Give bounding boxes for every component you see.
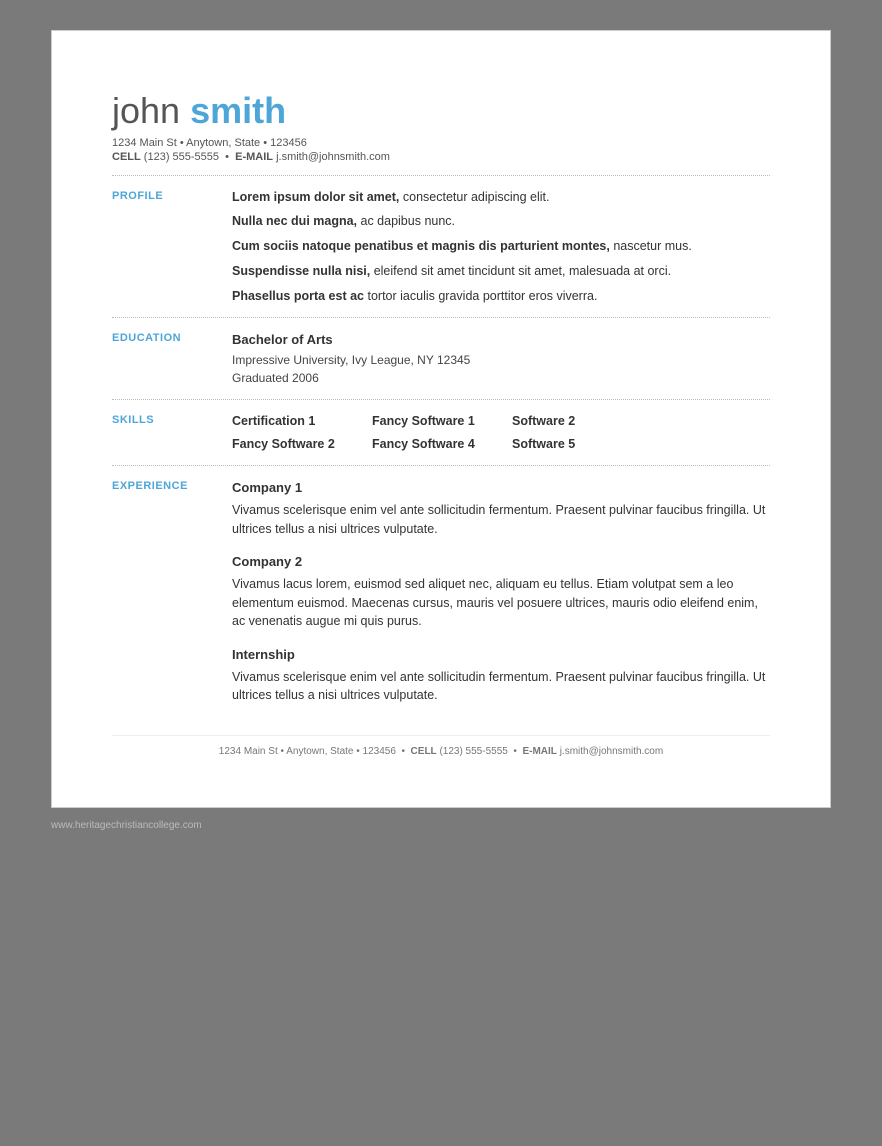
profile-para-1: Lorem ipsum dolor sit amet, consectetur … [232, 188, 770, 207]
skills-divider [112, 465, 770, 466]
name-line: john smith [112, 91, 770, 131]
watermark-url: www.heritagechristiancollege.com [51, 820, 202, 831]
exp-company-1: Company 1 [232, 478, 770, 498]
address: 1234 Main St • Anytown, State • 123456 [112, 137, 307, 149]
exp-company-2: Company 2 [232, 552, 770, 572]
contact-line: CELL (123) 555-5555 • E-MAIL j.smith@joh… [112, 151, 770, 163]
skill-1: Certification 1 [232, 412, 352, 431]
education-content: Bachelor of Arts Impressive University, … [232, 330, 770, 387]
edu-graduated: Graduated 2006 [232, 369, 770, 387]
skills-section: SKILLS Certification 1 Fancy Software 1 … [112, 412, 770, 454]
skill-4: Fancy Software 2 [232, 435, 352, 454]
header-divider [112, 175, 770, 176]
exp-entry-2: Company 2 Vivamus lacus lorem, euismod s… [232, 552, 770, 631]
resume-header: john smith 1234 Main St • Anytown, State… [112, 91, 770, 163]
email-address: j.smith@johnsmith.com [276, 151, 390, 163]
profile-para-2: Nulla nec dui magna, ac dapibus nunc. [232, 212, 770, 231]
exp-desc-2: Vivamus lacus lorem, euismod sed aliquet… [232, 575, 770, 631]
footer-address: 1234 Main St • Anytown, State • 123456 [219, 746, 396, 757]
skill-2: Fancy Software 1 [372, 412, 492, 431]
exp-desc-3: Vivamus scelerisque enim vel ante sollic… [232, 668, 770, 706]
resume-page: john smith 1234 Main St • Anytown, State… [51, 30, 831, 808]
profile-para-4: Suspendisse nulla nisi, eleifend sit ame… [232, 262, 770, 281]
experience-section: EXPERIENCE Company 1 Vivamus scelerisque… [112, 478, 770, 705]
address-line: 1234 Main St • Anytown, State • 123456 [112, 137, 770, 149]
resume-footer: 1234 Main St • Anytown, State • 123456 •… [112, 735, 770, 757]
skills-row-1: Certification 1 Fancy Software 1 Softwar… [232, 412, 770, 431]
cell-label: CELL [112, 151, 141, 163]
footer-email: j.smith@johnsmith.com [560, 746, 664, 757]
profile-divider [112, 317, 770, 318]
education-section: EDUCATION Bachelor of Arts Impressive Un… [112, 330, 770, 387]
footer-cell: (123) 555-5555 [439, 746, 507, 757]
experience-content: Company 1 Vivamus scelerisque enim vel a… [232, 478, 770, 705]
first-name: john [112, 90, 180, 131]
watermark: www.heritagechristiancollege.com [51, 820, 831, 831]
exp-entry-3: Internship Vivamus scelerisque enim vel … [232, 645, 770, 705]
profile-section: PROFILE Lorem ipsum dolor sit amet, cons… [112, 188, 770, 306]
skills-content: Certification 1 Fancy Software 1 Softwar… [232, 412, 770, 454]
exp-entry-1: Company 1 Vivamus scelerisque enim vel a… [232, 478, 770, 538]
skills-row-2: Fancy Software 2 Fancy Software 4 Softwa… [232, 435, 770, 454]
cell-number: (123) 555-5555 [144, 151, 219, 163]
education-label: EDUCATION [112, 330, 232, 344]
education-divider [112, 399, 770, 400]
edu-school: Impressive University, Ivy League, NY 12… [232, 351, 770, 369]
footer-email-label: E-MAIL [522, 746, 556, 757]
exp-company-3: Internship [232, 645, 770, 665]
edu-degree: Bachelor of Arts [232, 330, 770, 350]
skill-3: Software 2 [512, 412, 632, 431]
experience-label: EXPERIENCE [112, 478, 232, 492]
skill-5: Fancy Software 4 [372, 435, 492, 454]
last-name: smith [190, 90, 286, 131]
profile-para-5: Phasellus porta est ac tortor iaculis gr… [232, 287, 770, 306]
exp-desc-1: Vivamus scelerisque enim vel ante sollic… [232, 501, 770, 539]
email-label: E-MAIL [235, 151, 273, 163]
skills-grid: Certification 1 Fancy Software 1 Softwar… [232, 412, 770, 454]
skills-label: SKILLS [112, 412, 232, 426]
footer-cell-label: CELL [411, 746, 437, 757]
profile-content: Lorem ipsum dolor sit amet, consectetur … [232, 188, 770, 306]
profile-label: PROFILE [112, 188, 232, 202]
profile-para-3: Cum sociis natoque penatibus et magnis d… [232, 237, 770, 256]
skill-6: Software 5 [512, 435, 632, 454]
